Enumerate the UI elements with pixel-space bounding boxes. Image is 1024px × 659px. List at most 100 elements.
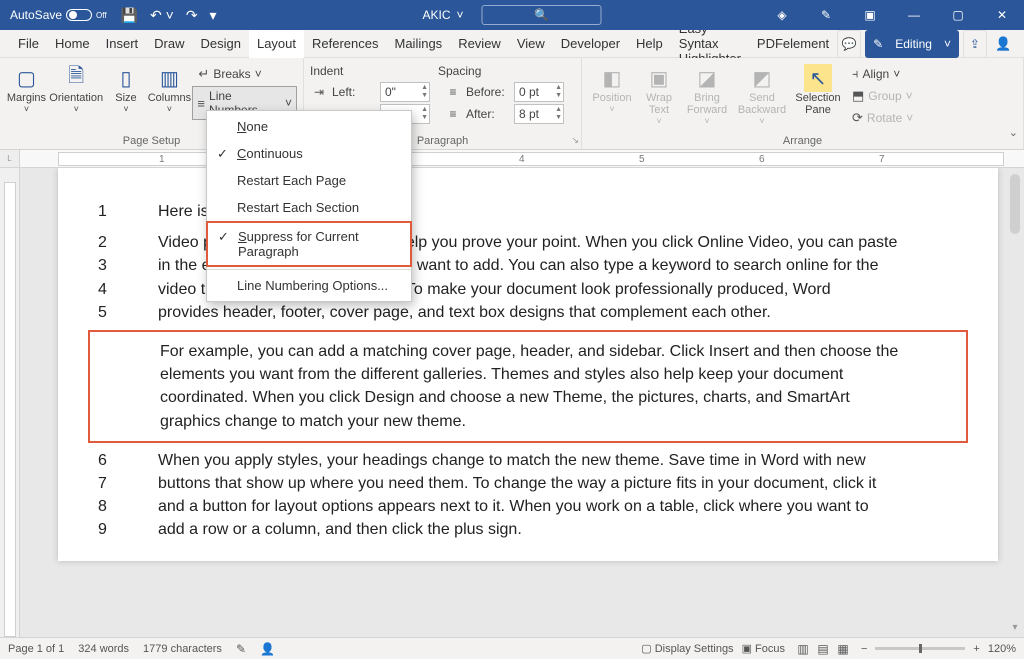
scroll-thumb[interactable] xyxy=(1010,174,1020,234)
autosave-toggle[interactable]: AutoSave Off xyxy=(10,8,107,22)
breaks-button[interactable]: ↵Breaks ˅ xyxy=(192,64,297,84)
margins-button[interactable]: ▢Margins˅ xyxy=(6,60,47,114)
toggle-off-icon[interactable] xyxy=(66,9,92,21)
close-button[interactable]: ✕ xyxy=(980,0,1024,30)
text-line[interactable]: graphics change to match your new theme. xyxy=(100,410,956,433)
text-line[interactable]: add a row or a column, and then click th… xyxy=(126,518,958,541)
columns-button[interactable]: ▥Columns˅ xyxy=(148,60,190,114)
tab-draw[interactable]: Draw xyxy=(146,30,192,58)
group-icon: ⬒ xyxy=(852,88,864,104)
chevron-down-icon[interactable]: ˅ xyxy=(457,8,464,22)
tab-references[interactable]: References xyxy=(304,30,386,58)
tab-layout[interactable]: Layout xyxy=(249,30,304,58)
size-button[interactable]: ▯Size˅ xyxy=(106,60,147,114)
selection-pane-button[interactable]: ↖Selection Pane xyxy=(792,60,844,116)
text-line[interactable]: buttons that show up where you need them… xyxy=(126,472,958,495)
read-mode-icon[interactable]: ▥ xyxy=(793,642,813,656)
web-layout-icon[interactable]: ▦ xyxy=(833,642,853,656)
accessibility-icon[interactable]: 👤 xyxy=(260,642,275,656)
tab-review[interactable]: Review xyxy=(450,30,509,58)
zoom-level[interactable]: 120% xyxy=(988,643,1016,655)
text-line[interactable]: elements you want from the different gal… xyxy=(100,363,956,386)
line-number: 9 xyxy=(98,518,126,541)
status-bar: Page 1 of 1 324 words 1779 characters ✎ … xyxy=(0,637,1024,659)
focus-button[interactable]: ▣ Focus xyxy=(742,642,785,655)
vertical-scrollbar[interactable]: ▴ ▾ xyxy=(1010,174,1020,631)
text-line[interactable]: provides header, footer, cover page, and… xyxy=(126,301,958,324)
print-layout-icon[interactable]: ▤ xyxy=(813,642,833,656)
line-number: 4 xyxy=(98,278,126,301)
send-backward-button: ◩Send Backward˅ xyxy=(734,60,790,126)
indent-header: Indent xyxy=(310,62,438,80)
tab-mailings[interactable]: Mailings xyxy=(387,30,451,58)
tab-view[interactable]: View xyxy=(509,30,553,58)
zoom-in-button[interactable]: + xyxy=(973,643,979,655)
indent-left-input[interactable]: 0"▲▼ xyxy=(380,82,430,102)
ln-options[interactable]: Line Numbering Options... xyxy=(207,272,411,299)
minimize-button[interactable]: — xyxy=(892,0,936,30)
status-words[interactable]: 324 words xyxy=(78,643,129,655)
qat-more-icon[interactable]: ▾ xyxy=(210,7,217,24)
horizontal-ruler-bar: L 1 2 3 4 5 6 7 xyxy=(0,150,1024,168)
ln-none[interactable]: None xyxy=(207,113,411,140)
tab-home[interactable]: Home xyxy=(47,30,98,58)
text-line[interactable]: and a button for layout options appears … xyxy=(126,495,958,518)
search-box[interactable]: 🔍 xyxy=(482,5,602,25)
bring-forward-button: ◪Bring Forward˅ xyxy=(682,60,732,126)
ln-suppress[interactable]: Suppress for Current Paragraph xyxy=(206,221,412,267)
ruler-tick: 1 xyxy=(159,154,165,165)
comments-icon[interactable]: 💬 xyxy=(837,30,861,58)
spacing-after-icon: ≡ xyxy=(444,107,462,121)
send-backward-icon: ◩ xyxy=(748,64,776,92)
zoom-slider[interactable] xyxy=(875,647,965,650)
text-line[interactable]: For example, you can add a matching cove… xyxy=(100,340,956,363)
display-settings-button[interactable]: ▢ Display Settings xyxy=(641,642,733,655)
ribbon-display-icon[interactable]: ▣ xyxy=(848,0,892,30)
ruler-tick: 6 xyxy=(759,154,765,165)
account-mini-icon[interactable]: 👤 xyxy=(991,30,1015,58)
text-line[interactable]: coordinated. When you click Design and c… xyxy=(100,386,956,409)
tab-insert[interactable]: Insert xyxy=(98,30,147,58)
scroll-down-icon[interactable]: ▾ xyxy=(1010,622,1020,633)
margins-icon: ▢ xyxy=(12,64,40,92)
selection-pane-icon: ↖ xyxy=(804,64,832,92)
line-number: 5 xyxy=(98,301,126,324)
ln-restart-section[interactable]: Restart Each Section xyxy=(207,194,411,221)
coming-soon-icon[interactable]: ✎ xyxy=(804,0,848,30)
align-button[interactable]: ⫞Align ˅ xyxy=(846,64,919,84)
tab-esh[interactable]: Easy Syntax Highlighter xyxy=(671,30,749,58)
ln-continuous[interactable]: Continuous xyxy=(207,140,411,167)
bring-forward-icon: ◪ xyxy=(693,64,721,92)
maximize-button[interactable]: ▢ xyxy=(936,0,980,30)
tab-developer[interactable]: Developer xyxy=(553,30,628,58)
zoom-out-button[interactable]: − xyxy=(861,643,867,655)
spell-check-icon[interactable]: ✎ xyxy=(236,642,246,656)
ruler-corner: L xyxy=(0,150,20,167)
horizontal-ruler[interactable]: 1 2 3 4 5 6 7 xyxy=(58,152,1004,166)
tab-pdfelement[interactable]: PDFelement xyxy=(749,30,837,58)
line-number: 1 xyxy=(98,200,126,223)
save-icon[interactable]: 💾 xyxy=(121,7,138,24)
share-icon[interactable]: ⇪ xyxy=(963,30,987,58)
collapse-ribbon-icon[interactable]: ⌄ xyxy=(1009,126,1018,139)
status-chars[interactable]: 1779 characters xyxy=(143,643,222,655)
tab-file[interactable]: File xyxy=(10,30,47,58)
undo-icon[interactable]: ↶ ˅ xyxy=(150,7,174,24)
columns-icon: ▥ xyxy=(155,64,183,92)
group-label-arrange: Arrange xyxy=(582,135,1023,147)
spacing-before-input[interactable]: 0 pt▲▼ xyxy=(514,82,564,102)
tab-help[interactable]: Help xyxy=(628,30,671,58)
text-line[interactable]: When you apply styles, your headings cha… xyxy=(126,449,958,472)
account-icon[interactable]: ◈ xyxy=(760,0,804,30)
ln-restart-page[interactable]: Restart Each Page xyxy=(207,167,411,194)
redo-icon[interactable]: ↷ xyxy=(186,7,198,24)
paragraph-launcher-icon[interactable]: ↘ xyxy=(571,135,579,146)
status-page[interactable]: Page 1 of 1 xyxy=(8,643,64,655)
editing-mode-button[interactable]: ✎ Editing ˅ xyxy=(865,30,959,58)
vertical-ruler[interactable] xyxy=(0,168,20,637)
tab-design[interactable]: Design xyxy=(193,30,249,58)
spacing-after-input[interactable]: 8 pt▲▼ xyxy=(514,104,564,124)
autosave-state: Off xyxy=(96,11,107,20)
page[interactable]: 1Here is our text placeholder: 2Video pr… xyxy=(58,168,998,561)
orientation-button[interactable]: 🗎Orientation˅ xyxy=(49,60,104,114)
